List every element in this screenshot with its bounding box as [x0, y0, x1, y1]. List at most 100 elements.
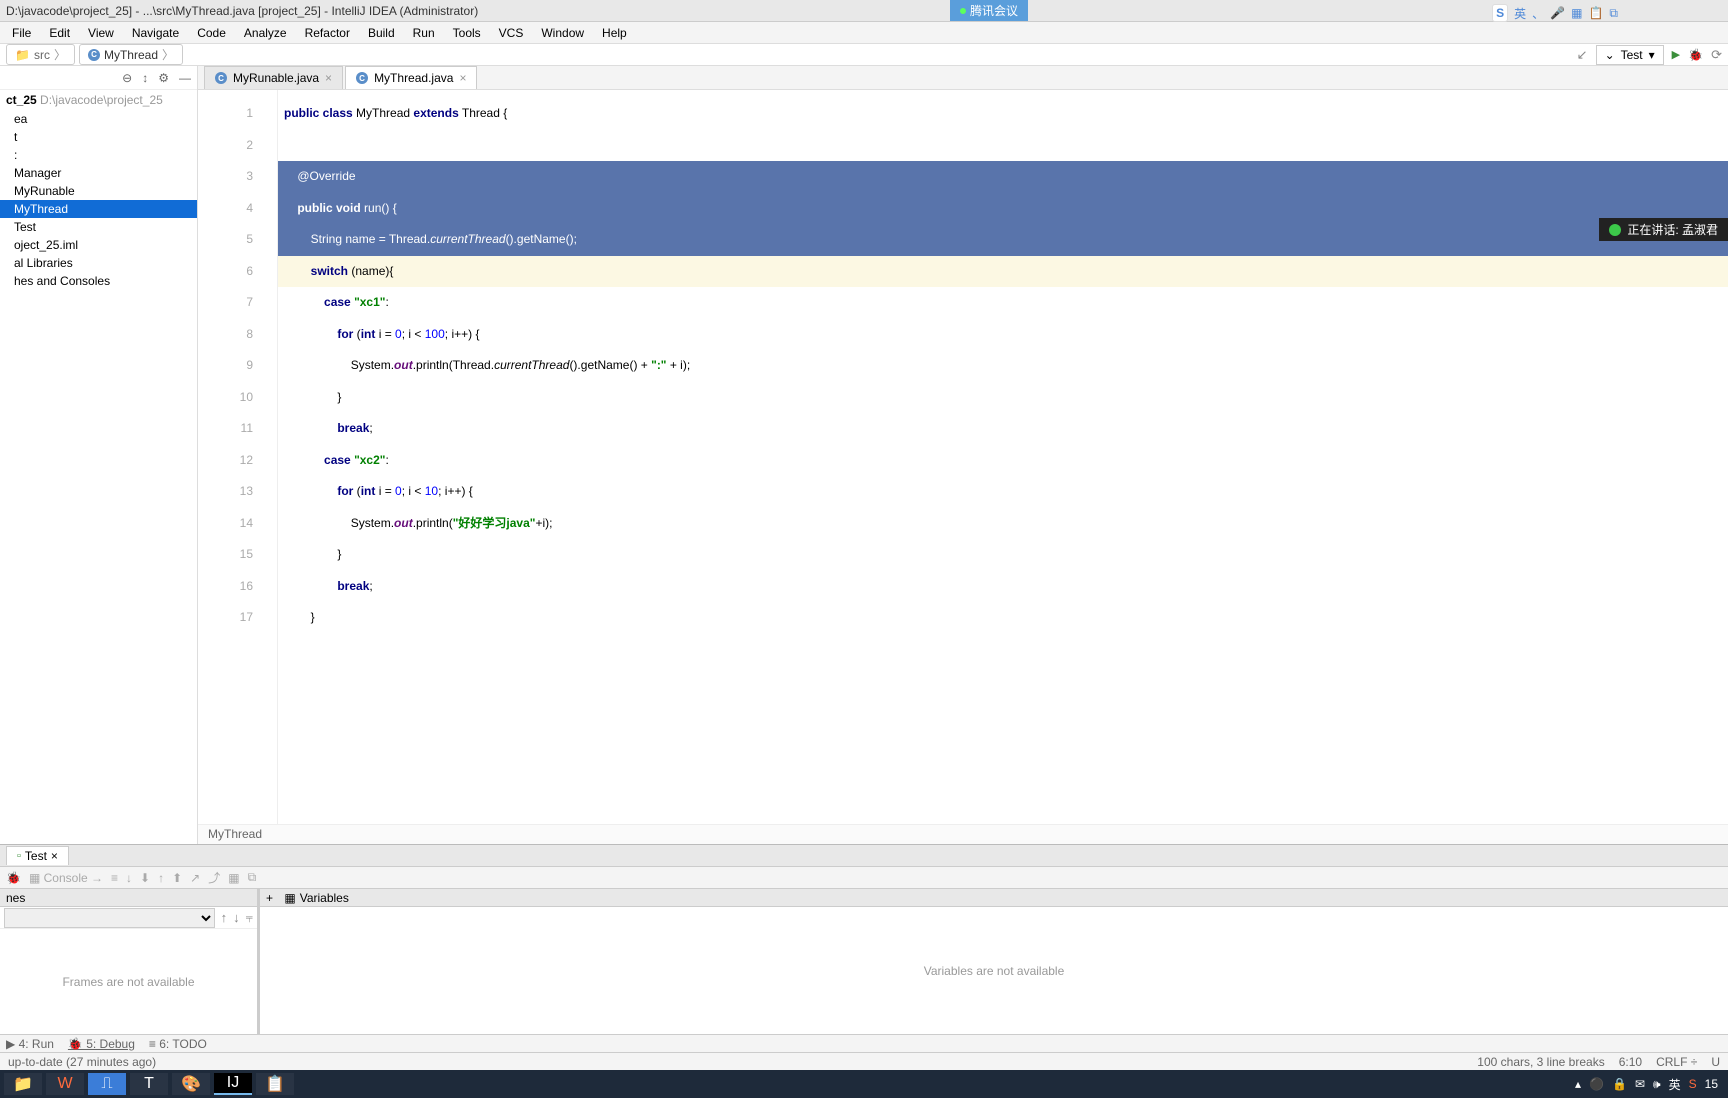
tray-icon[interactable]: 🕪 — [1653, 1077, 1661, 1092]
line-number[interactable]: 4 — [198, 193, 277, 225]
step-out-icon[interactable]: ↑ — [158, 871, 164, 885]
menu-view[interactable]: View — [80, 24, 122, 42]
tree-node[interactable]: hes and Consoles — [0, 272, 197, 290]
console-tab[interactable]: ▦ Console → — [29, 871, 103, 885]
taskbar-app3[interactable]: 🎨 — [172, 1073, 210, 1095]
nav-back-icon[interactable]: ↙ — [1577, 47, 1588, 63]
tray-time[interactable]: 15 — [1705, 1077, 1718, 1091]
tree-node[interactable]: al Libraries — [0, 254, 197, 272]
line-number[interactable]: 5 — [198, 224, 277, 256]
thread-selector[interactable] — [4, 908, 215, 928]
line-number[interactable]: 13 — [198, 476, 277, 508]
line-number[interactable]: 14 — [198, 508, 277, 540]
prev-frame-icon[interactable]: ↑ — [221, 910, 228, 925]
line-number[interactable]: 12 — [198, 445, 277, 477]
close-icon[interactable]: × — [51, 849, 58, 863]
tray-icon[interactable]: 英 — [1669, 1076, 1681, 1093]
tray-icon[interactable]: 🔒 — [1612, 1077, 1627, 1091]
menu-refactor[interactable]: Refactor — [297, 24, 358, 42]
line-number[interactable]: 17 — [198, 602, 277, 634]
ime-icon-3[interactable]: 📋 — [1588, 6, 1603, 20]
debug-button[interactable]: 🐞 — [1688, 48, 1703, 62]
force-step-icon[interactable]: ⬆ — [172, 871, 182, 885]
breadcrumb-class[interactable]: CMyThread〉 — [79, 44, 183, 65]
step-into-icon[interactable]: ⬇ — [140, 871, 150, 885]
tray-icon[interactable]: ▴ — [1575, 1077, 1581, 1091]
ime-icon-0[interactable]: 、 — [1532, 5, 1544, 22]
project-root[interactable]: ct_25 D:\javacode\project_25 — [0, 90, 197, 110]
close-icon[interactable]: × — [459, 71, 466, 85]
menu-build[interactable]: Build — [360, 24, 403, 42]
menu-window[interactable]: Window — [533, 24, 592, 42]
ime-lang[interactable]: 英 — [1514, 5, 1526, 22]
breadcrumb-src[interactable]: 📁src〉 — [6, 44, 75, 65]
sort-icon[interactable]: ↕ — [142, 71, 148, 85]
line-number[interactable]: 7 — [198, 287, 277, 319]
rerun-button[interactable]: ⟳ — [1711, 47, 1722, 63]
taskbar-app1[interactable]: ⎍ — [88, 1073, 126, 1095]
debug-icon[interactable]: 🐞 — [6, 871, 21, 885]
line-number[interactable]: 15 — [198, 539, 277, 571]
layout-icon[interactable]: ≡ — [111, 871, 118, 885]
tree-node[interactable]: t — [0, 128, 197, 146]
close-icon[interactable]: × — [325, 71, 332, 85]
tree-node[interactable]: Test — [0, 218, 197, 236]
encoding[interactable]: U — [1711, 1055, 1720, 1069]
menu-analyze[interactable]: Analyze — [236, 24, 295, 42]
tree-node[interactable]: Manager — [0, 164, 197, 182]
ime-icon-2[interactable]: ▦ — [1571, 6, 1582, 20]
taskbar-intellij[interactable]: IJ — [214, 1073, 252, 1095]
filter-icon[interactable]: ⫧ — [246, 910, 253, 926]
system-tray[interactable]: ▴ ⚫ 🔒 ✉ 🕪 英 S 15 — [1575, 1076, 1724, 1093]
tree-node[interactable]: MyRunable — [0, 182, 197, 200]
run-to-cursor-icon[interactable]: ↗ — [190, 871, 200, 885]
tree-node[interactable]: ea — [0, 110, 197, 128]
line-number[interactable]: 8 — [198, 319, 277, 351]
add-watch-icon[interactable]: + — [266, 891, 273, 905]
tray-icon[interactable]: S — [1689, 1077, 1697, 1091]
collapse-icon[interactable]: ⊖ — [122, 71, 132, 85]
ime-icon-4[interactable]: ⧉ — [1609, 6, 1618, 21]
debug-tab-test[interactable]: ▫Test× — [6, 846, 69, 865]
menu-navigate[interactable]: Navigate — [124, 24, 187, 42]
taskbar-app4[interactable]: 📋 — [256, 1073, 294, 1095]
tencent-meeting-indicator[interactable]: 腾讯会议 — [950, 0, 1028, 21]
gear-icon[interactable]: ⚙ — [158, 71, 169, 85]
menu-vcs[interactable]: VCS — [491, 24, 532, 42]
line-number[interactable]: 6 — [198, 256, 277, 288]
step-over-icon[interactable]: ↓ — [126, 871, 132, 885]
ime-panel[interactable]: S 英 、 🎤 ▦ 📋 ⧉ — [1492, 4, 1618, 22]
editor-crumb-bar[interactable]: MyThread — [198, 824, 1728, 844]
line-number[interactable]: 1 — [198, 98, 277, 130]
tab-myrunable[interactable]: CMyRunable.java× — [204, 66, 343, 89]
project-tree[interactable]: ct_25 D:\javacode\project_25 ea t : Mana… — [0, 90, 197, 844]
tw-debug[interactable]: 🐞 5: Debug — [68, 1037, 135, 1051]
line-number[interactable]: 2 — [198, 130, 277, 162]
code-editor[interactable]: 1 2 3 4 5 6 7 8 9 10 11 12 13 14 15 16 1… — [198, 90, 1728, 824]
tw-todo[interactable]: ≡ 6: TODO — [149, 1037, 207, 1051]
run-config-selector[interactable]: ⌄Test▾ — [1596, 45, 1664, 65]
gutter[interactable]: 1 2 3 4 5 6 7 8 9 10 11 12 13 14 15 16 1… — [198, 90, 278, 824]
line-separator[interactable]: CRLF ÷ — [1656, 1055, 1697, 1069]
line-number[interactable]: 9 — [198, 350, 277, 382]
run-button[interactable]: ▶ — [1672, 48, 1680, 61]
taskbar-wps[interactable]: W — [46, 1073, 84, 1095]
menu-run[interactable]: Run — [405, 24, 443, 42]
line-number[interactable]: 3 — [198, 161, 277, 193]
tab-mythread[interactable]: CMyThread.java× — [345, 66, 477, 89]
layout-2-icon[interactable]: ▦ — [228, 871, 239, 885]
menu-help[interactable]: Help — [594, 24, 635, 42]
code-body[interactable]: public class MyThread extends Thread { @… — [278, 90, 1728, 824]
windows-taskbar[interactable]: 📁 W ⎍ T 🎨 IJ 📋 ▴ ⚫ 🔒 ✉ 🕪 英 S 15 — [0, 1070, 1728, 1098]
tree-node[interactable]: : — [0, 146, 197, 164]
menu-file[interactable]: File — [4, 24, 39, 42]
tray-icon[interactable]: ✉ — [1635, 1077, 1645, 1091]
ime-icon-1[interactable]: 🎤 — [1550, 6, 1565, 20]
line-number[interactable]: 10 — [198, 382, 277, 414]
menu-code[interactable]: Code — [189, 24, 234, 42]
sogou-icon[interactable]: S — [1492, 4, 1508, 22]
line-number[interactable]: 16 — [198, 571, 277, 603]
taskbar-app2[interactable]: T — [130, 1073, 168, 1095]
line-number[interactable]: 11 — [198, 413, 277, 445]
evaluate-icon[interactable]: ⤴ — [208, 869, 220, 886]
